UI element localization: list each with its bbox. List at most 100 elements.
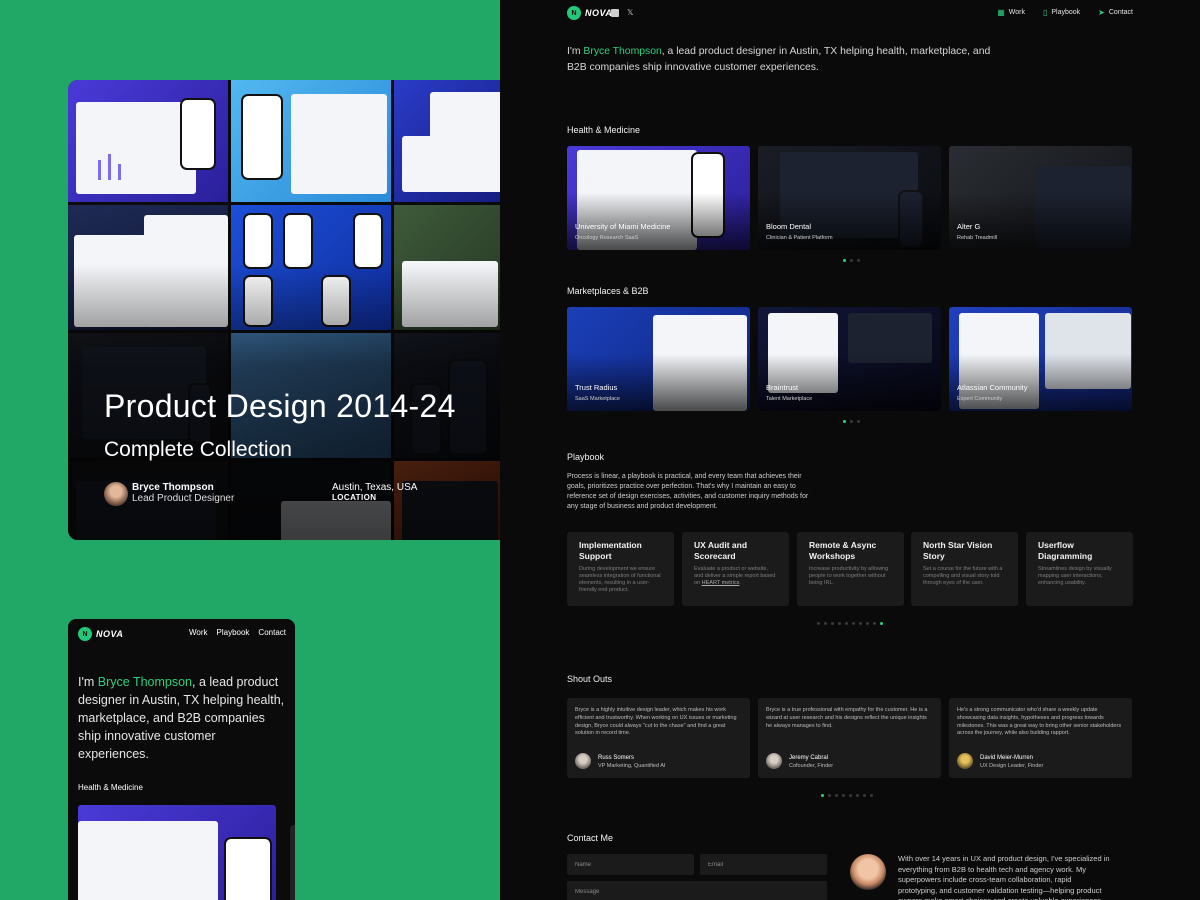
carousel-dot[interactable] [831,622,834,625]
carousel-dots-playbook [817,622,883,625]
playbook-card-desc: Set a course for the future with a compe… [923,566,1003,586]
intro-name-link[interactable]: Bryce Thompson [583,46,661,57]
cover-card: Product Design 2014-24 Complete Collecti… [68,80,500,540]
playbook-card[interactable]: UX Audit and Scorecard Evaluate a produc… [682,532,789,606]
testimonial-role: Cofounder, Finder [789,763,834,769]
project-desc: Talent Marketplace [766,396,813,402]
testimonial-card: Bryce is a highly intuitive design leade… [567,698,750,778]
playbook-card-title: Userflow Diagramming [1038,540,1093,561]
x-icon[interactable]: 𝕏 [627,8,633,17]
carousel-dot[interactable] [852,622,855,625]
carousel-dot[interactable] [873,622,876,625]
testimonial-quote: Bryce is a highly intuitive design leade… [575,707,737,737]
nav-label: Work [1008,9,1025,16]
intro-name-link[interactable]: Bryce Thompson [98,675,192,689]
carousel-dot[interactable] [817,622,820,625]
carousel-dots-marketplaces [843,420,860,423]
book-icon: ▯ [1042,8,1048,17]
carousel-dot[interactable] [850,259,853,262]
playbook-card[interactable]: North Star Vision Story Set a course for… [911,532,1018,606]
project-card-trust-radius[interactable]: Trust Radius SaaS Marketplace [567,307,750,411]
mobile-intro: I'm Bryce Thompson, a lead product desig… [78,673,288,763]
name-field[interactable] [567,854,694,875]
avatar [104,482,128,506]
carousel-dot[interactable] [863,794,866,797]
carousel-dot[interactable] [845,622,848,625]
nav-work-link[interactable]: ▦ Work [997,8,1025,17]
playbook-card[interactable]: Userflow Diagramming Streamlines design … [1026,532,1133,606]
carousel-dot[interactable] [843,420,846,423]
playbook-card[interactable]: Implementation Support During developmen… [567,532,674,606]
nav-label: Playbook [1051,9,1081,16]
project-desc: Rehab Treadmill [957,235,998,241]
section-title-playbook: Playbook [567,452,605,462]
mobile-section-title: Health & Medicine [78,783,143,792]
project-name: Braintrust [766,383,799,392]
carousel-dots-shoutouts [821,794,873,797]
carousel-dot[interactable] [859,622,862,625]
avatar [575,753,591,769]
project-desc: SaaS Marketplace [575,396,620,402]
project-name: Atlassian Community [957,383,1028,392]
project-card-university-of-miami[interactable]: University of Miami Medicine Oncology Re… [567,146,750,250]
nav-contact-link[interactable]: Contact [258,628,286,637]
playbook-card-desc: Streamlines design by visually mapping u… [1038,566,1112,586]
project-name: Alter G [957,222,981,231]
avatar [850,854,886,890]
nav-playbook-link[interactable]: Playbook [217,628,250,637]
nav-contact-link[interactable]: ➤ Contact [1098,8,1133,17]
carousel-dot[interactable] [880,622,883,625]
project-desc: Clinician & Patient Platform [766,235,833,241]
logo-mark-icon: N [567,6,581,20]
carousel-dot[interactable] [824,622,827,625]
message-field[interactable] [567,881,827,900]
heart-metrics-link[interactable]: HEART metrics [702,580,740,586]
carousel-dot[interactable] [850,420,853,423]
playbook-description: Process is linear, a playbook is practic… [567,473,809,510]
intro-prefix: I'm [78,675,98,689]
playbook-card-desc: During development we ensure seamless in… [579,566,661,593]
carousel-dot[interactable] [838,622,841,625]
mobile-project-card-next[interactable] [290,825,295,900]
playbook-card-title: Implementation Support [579,540,642,561]
intro-prefix: I'm [567,46,584,57]
section-title-marketplaces: Marketplaces & B2B [567,286,649,296]
project-card-alter-g[interactable]: Alter G Rehab Treadmill [949,146,1132,250]
project-card-atlassian-community[interactable]: Atlassian Community Expert Community [949,307,1132,411]
carousel-dot[interactable] [821,794,824,797]
playbook-card[interactable]: Remote & Async Workshops Increase produc… [797,532,904,606]
project-card-braintrust[interactable]: Braintrust Talent Marketplace [758,307,941,411]
cover-location: Austin, Texas, USA [332,482,418,493]
carousel-dot[interactable] [835,794,838,797]
carousel-dot[interactable] [828,794,831,797]
testimonial-name: Jeremy Cabral [789,755,829,761]
carousel-dot[interactable] [857,420,860,423]
logo[interactable]: N NOVA [567,6,612,20]
mobile-project-card[interactable] [78,805,276,900]
project-card-bloom-dental[interactable]: Bloom Dental Clinician & Patient Platfor… [758,146,941,250]
testimonial-quote: He's a strong communicator who'd share a… [957,707,1122,737]
linkedin-icon[interactable]: in [611,8,619,17]
testimonial-role: UX Design Leader, Finder [980,763,1044,769]
carousel-dot[interactable] [857,259,860,262]
nav-playbook-link[interactable]: ▯ Playbook [1043,8,1080,17]
nav-work-link[interactable]: Work [189,628,208,637]
hero-intro: I'm Bryce Thompson, a lead product desig… [567,44,1007,76]
playbook-card-title: UX Audit and Scorecard [694,540,748,561]
project-desc: Oncology Research SaaS [575,235,639,241]
carousel-dot[interactable] [842,794,845,797]
carousel-dot[interactable] [843,259,846,262]
carousel-dot[interactable] [870,794,873,797]
section-title-shoutouts: Shout Outs [567,674,613,684]
email-field[interactable] [700,854,827,875]
cover-author-role: Lead Product Designer [132,493,235,504]
carousel-dot[interactable] [849,794,852,797]
carousel-dot[interactable] [856,794,859,797]
social-links: in 𝕏 [611,8,633,17]
carousel-dot[interactable] [866,622,869,625]
logo-text: NOVA [585,8,613,18]
top-nav: ▦ Work ▯ Playbook ➤ Contact [997,8,1133,17]
logo[interactable]: N NOVA [78,627,123,641]
project-desc: Expert Community [957,396,1003,402]
project-name: University of Miami Medicine [575,222,671,231]
